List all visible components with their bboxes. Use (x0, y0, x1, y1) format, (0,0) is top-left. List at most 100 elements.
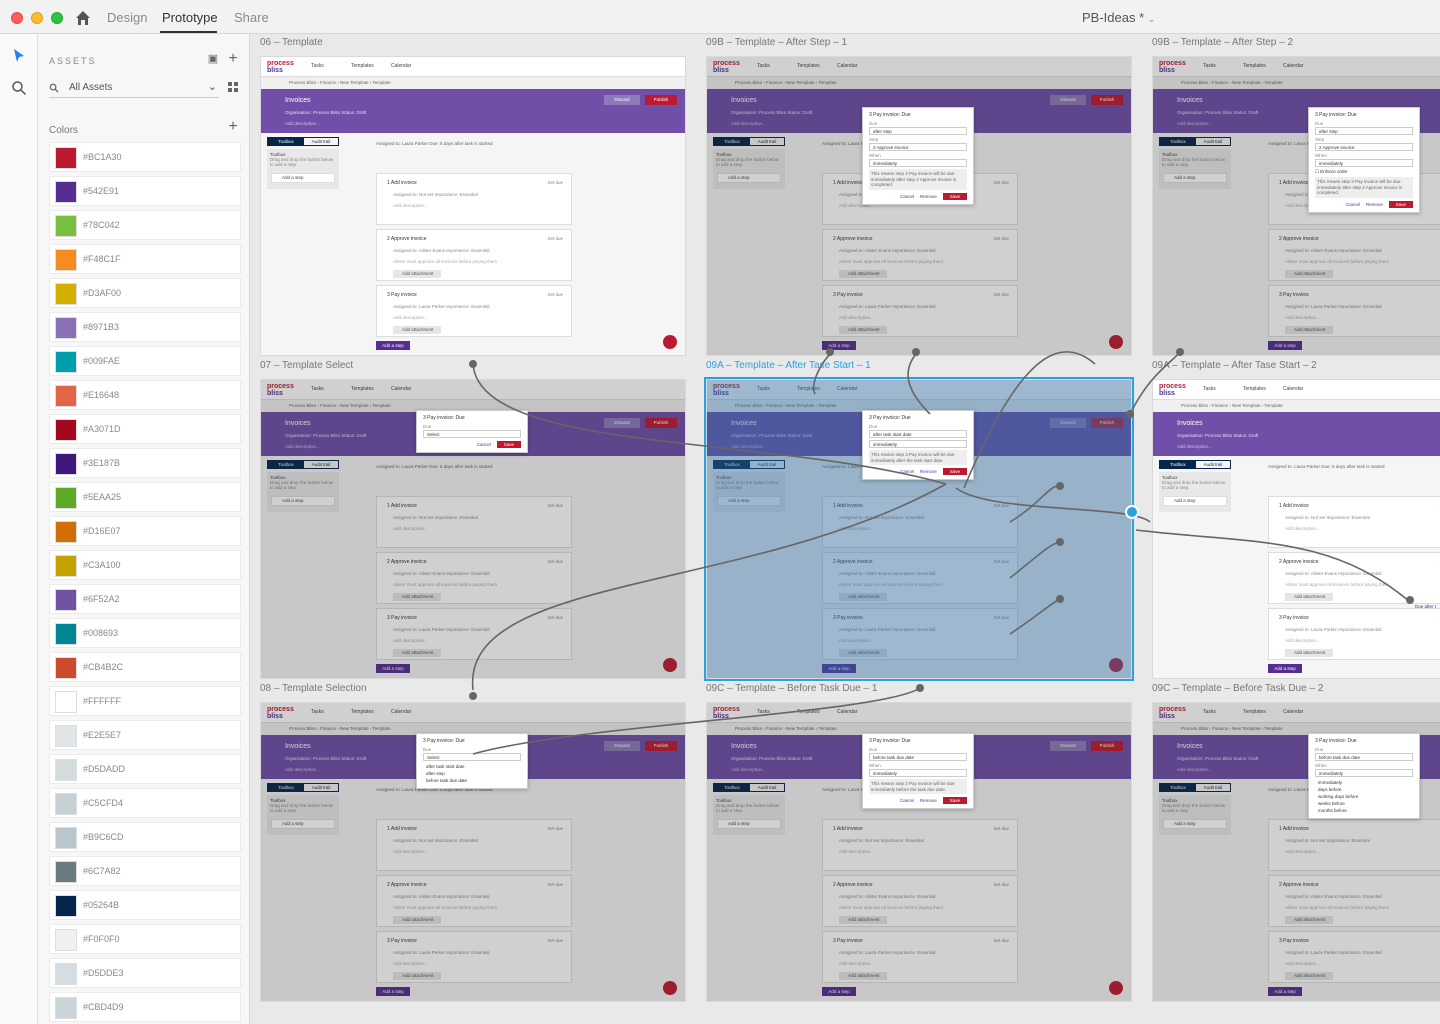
color-hex-label: #542E91 (83, 186, 120, 196)
color-hex-label: #D5DADD (83, 764, 126, 774)
wire-09b-right (907, 353, 931, 415)
color-swatch (55, 385, 77, 407)
color-hex-label: #F0F0F0 (83, 934, 120, 944)
color-swatch (55, 895, 77, 917)
color-hex-label: #009FAE (83, 356, 121, 366)
color-swatch-row[interactable]: #D3AF00 (49, 278, 241, 308)
color-hex-label: #6C7A82 (83, 866, 121, 876)
color-hex-label: #3E187B (83, 458, 121, 468)
color-hex-label: #D3AF00 (83, 288, 122, 298)
color-hex-label: #78C042 (83, 220, 120, 230)
wire-07-to-09a (472, 363, 947, 485)
color-swatch-row[interactable]: #CB4B2C (49, 652, 241, 682)
assets-filter-label: All Assets (69, 82, 113, 93)
color-swatch (55, 861, 77, 883)
minimize-window-button[interactable] (31, 12, 43, 24)
color-hex-label: #F48C1F (83, 254, 121, 264)
color-swatch-row[interactable]: #6C7A82 (49, 856, 241, 886)
color-swatch-row[interactable]: #A3071D (49, 414, 241, 444)
color-hex-label: #A3071D (83, 424, 121, 434)
color-swatch-row[interactable]: #FFFFFF (49, 686, 241, 716)
tool-bar (0, 34, 38, 1024)
color-hex-label: #CB4B2C (83, 662, 124, 672)
wire-08-to-09a (472, 483, 947, 691)
tab-design[interactable]: Design (107, 10, 147, 25)
color-swatch (55, 963, 77, 985)
select-arrow-icon[interactable] (11, 48, 27, 64)
wire-09a-to-09a2 (955, 487, 1151, 523)
color-swatch (55, 827, 77, 849)
color-swatch (55, 351, 77, 373)
library-icon[interactable]: ▣ (206, 52, 220, 66)
wire-step2 (1009, 541, 1061, 579)
color-swatch-row[interactable]: #B9C6CD (49, 822, 241, 852)
color-swatch (55, 759, 77, 781)
tab-share[interactable]: Share (234, 10, 269, 25)
wire-09a-to-09b (963, 351, 1096, 489)
color-hex-label: #D16E07 (83, 526, 121, 536)
color-swatch-row[interactable]: #D5DADD (49, 754, 241, 784)
color-swatch (55, 521, 77, 543)
search-icon[interactable] (11, 80, 27, 96)
color-swatch-row[interactable]: #CBD4D9 (49, 992, 241, 1022)
wire-09b2 (1129, 351, 1181, 415)
color-swatch-row[interactable]: #8971B3 (49, 312, 241, 342)
color-swatch-row[interactable]: #D5DDE3 (49, 958, 241, 988)
color-swatch (55, 453, 77, 475)
color-swatch-row[interactable]: #D16E07 (49, 516, 241, 546)
wire-08-to-09c (472, 687, 921, 755)
close-window-button[interactable] (11, 12, 23, 24)
chevron-down-icon: ⌄ (1147, 14, 1156, 24)
color-swatch-row[interactable]: #5EAA25 (49, 482, 241, 512)
color-swatch-row[interactable]: #F0F0F0 (49, 924, 241, 954)
color-hex-label: #FFFFFF (83, 696, 121, 706)
color-hex-label: #8971B3 (83, 322, 120, 332)
tab-prototype[interactable]: Prototype (162, 10, 218, 25)
color-swatch-row[interactable]: #008693 (49, 618, 241, 648)
color-swatch (55, 691, 77, 713)
color-hex-label: #D5DDE3 (83, 968, 124, 978)
color-swatch-row[interactable]: #78C042 (49, 210, 241, 240)
home-icon[interactable] (75, 10, 91, 26)
wire-09b-up (813, 351, 833, 395)
color-swatch-row[interactable]: #3E187B (49, 448, 241, 478)
color-hex-label: #BC1A30 (83, 152, 122, 162)
color-swatch-row[interactable]: #E2E5E7 (49, 720, 241, 750)
grid-view-icon[interactable] (228, 82, 238, 92)
wire-step3 (1009, 598, 1061, 635)
color-swatch (55, 317, 77, 339)
color-swatch-row[interactable]: #BC1A30 (49, 142, 241, 172)
search-icon (49, 83, 59, 93)
navigation-target-handle[interactable] (1125, 505, 1139, 519)
color-swatch-row[interactable]: #542E91 (49, 176, 241, 206)
add-color-button[interactable]: + (226, 119, 240, 135)
color-swatch-row[interactable]: #E16648 (49, 380, 241, 410)
color-swatch (55, 657, 77, 679)
document-title[interactable]: PB-Ideas * ⌄ (1082, 10, 1155, 25)
color-swatch (55, 283, 77, 305)
color-hex-label: #CBD4D9 (83, 1002, 124, 1012)
chevron-down-icon: ⌄ (207, 81, 217, 93)
color-hex-label: #008693 (83, 628, 119, 638)
canvas[interactable]: 06 – Template process bliss Tasks Templates C… (250, 34, 1440, 1024)
maximize-window-button[interactable] (51, 12, 63, 24)
color-swatch-row[interactable]: #C5CFD4 (49, 788, 241, 818)
assets-title: ASSETS (49, 56, 97, 66)
active-tab-underline (160, 31, 217, 33)
assets-filter[interactable]: All Assets ⌄ (49, 78, 219, 98)
color-swatch (55, 793, 77, 815)
color-swatch-row[interactable]: #009FAE (49, 346, 241, 376)
color-swatch (55, 181, 77, 203)
color-swatch (55, 147, 77, 169)
color-hex-label: #C3A100 (83, 560, 121, 570)
color-hex-label: #C5CFD4 (83, 798, 124, 808)
color-swatch-row[interactable]: #05264B (49, 890, 241, 920)
color-swatch-row[interactable]: #C3A100 (49, 550, 241, 580)
color-swatch-row[interactable]: #F48C1F (49, 244, 241, 274)
color-swatch (55, 249, 77, 271)
color-swatch (55, 997, 77, 1019)
color-hex-label: #5EAA25 (83, 492, 122, 502)
add-asset-button[interactable]: + (226, 51, 240, 67)
color-swatch (55, 487, 77, 509)
color-swatch-row[interactable]: #6F52A2 (49, 584, 241, 614)
